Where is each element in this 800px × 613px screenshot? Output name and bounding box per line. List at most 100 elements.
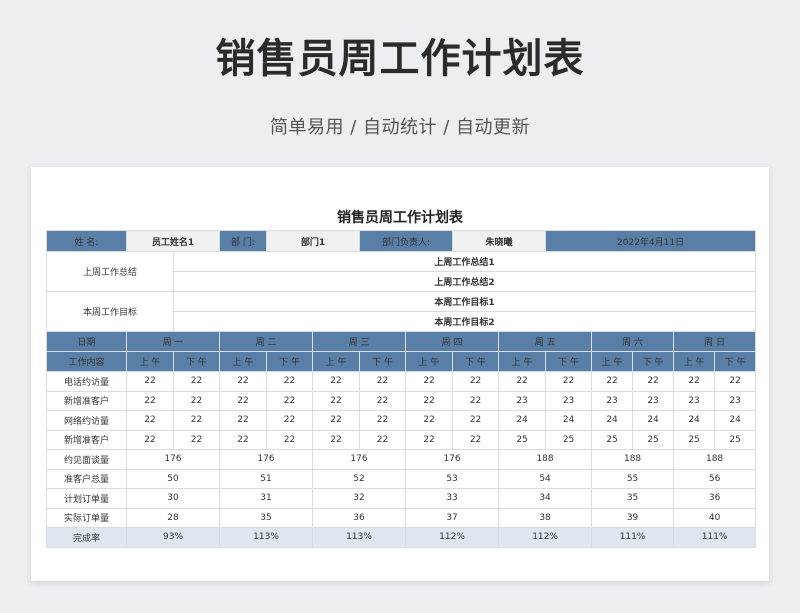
cell[interactable]: 34 xyxy=(498,488,593,509)
cell[interactable]: 188 xyxy=(673,449,757,470)
cell[interactable]: 25 xyxy=(632,429,675,450)
cell[interactable]: 36 xyxy=(673,488,757,509)
cell[interactable]: 55 xyxy=(591,468,675,489)
cell[interactable]: 176 xyxy=(125,449,221,470)
cell[interactable]: 30 xyxy=(125,488,221,509)
cell[interactable]: 22 xyxy=(359,410,407,431)
cell[interactable]: 56 xyxy=(673,468,757,489)
cell[interactable]: 35 xyxy=(219,507,314,528)
cell[interactable]: 25 xyxy=(498,429,547,450)
cell[interactable]: 22 xyxy=(359,429,407,450)
this-week-item[interactable]: 本周工作目标2 xyxy=(172,311,757,332)
dept-value[interactable]: 部门1 xyxy=(266,230,361,252)
cell[interactable]: 22 xyxy=(219,429,268,450)
cell[interactable]: 22 xyxy=(359,371,407,392)
cell[interactable]: 22 xyxy=(172,390,221,411)
cell[interactable]: 24 xyxy=(545,410,593,431)
cell[interactable]: 24 xyxy=(673,410,716,431)
cell[interactable]: 22 xyxy=(312,390,361,411)
cell[interactable]: 22 xyxy=(126,371,174,392)
cell[interactable]: 22 xyxy=(714,371,757,392)
cell[interactable]: 23 xyxy=(714,390,757,411)
day-header: 周 三 xyxy=(312,331,407,352)
date-value[interactable]: 2022年4月11日 xyxy=(545,230,757,252)
cell[interactable]: 24 xyxy=(498,410,547,431)
cell[interactable]: 28 xyxy=(125,507,221,528)
cell[interactable]: 50 xyxy=(125,468,221,489)
cell[interactable]: 22 xyxy=(219,371,268,392)
last-week-item[interactable]: 上周工作总结2 xyxy=(172,271,757,292)
cell[interactable]: 22 xyxy=(126,410,174,431)
cell[interactable]: 176 xyxy=(312,449,407,470)
cell[interactable]: 22 xyxy=(545,371,593,392)
last-week-item[interactable]: 上周工作总结1 xyxy=(172,251,757,272)
cell[interactable]: 39 xyxy=(591,507,675,528)
cell[interactable]: 53 xyxy=(405,468,500,489)
cell[interactable]: 25 xyxy=(591,429,634,450)
cell[interactable]: 32 xyxy=(312,488,407,509)
cell[interactable]: 22 xyxy=(498,371,547,392)
rate-cell: 112% xyxy=(498,527,593,548)
name-value[interactable]: 员工姓名1 xyxy=(125,230,221,252)
cell[interactable]: 22 xyxy=(219,390,268,411)
this-week-item[interactable]: 本周工作目标1 xyxy=(172,291,757,312)
cell[interactable]: 22 xyxy=(126,429,174,450)
hero-title: 销售员周工作计划表 xyxy=(215,36,585,82)
cell[interactable]: 25 xyxy=(545,429,593,450)
cell[interactable]: 22 xyxy=(405,410,454,431)
cell[interactable]: 22 xyxy=(673,371,716,392)
am-header: 上 午 xyxy=(312,351,361,372)
cell[interactable]: 22 xyxy=(172,410,221,431)
cell[interactable]: 35 xyxy=(591,488,675,509)
cell[interactable]: 22 xyxy=(452,410,500,431)
cell[interactable]: 188 xyxy=(591,449,675,470)
cell[interactable]: 24 xyxy=(632,410,675,431)
cell[interactable]: 22 xyxy=(405,429,454,450)
cell[interactable]: 52 xyxy=(312,468,407,489)
cell[interactable]: 22 xyxy=(405,371,454,392)
cell[interactable]: 24 xyxy=(591,410,634,431)
hero-subtitle: 简单易用 / 自动统计 / 自动更新 xyxy=(269,117,530,138)
cell[interactable]: 22 xyxy=(312,371,361,392)
cell[interactable]: 22 xyxy=(632,371,675,392)
cell[interactable]: 25 xyxy=(673,429,716,450)
cell[interactable]: 33 xyxy=(405,488,500,509)
cell[interactable]: 54 xyxy=(498,468,593,489)
cell[interactable]: 22 xyxy=(452,371,500,392)
cell[interactable]: 176 xyxy=(219,449,314,470)
cell[interactable]: 22 xyxy=(126,390,174,411)
cell[interactable]: 37 xyxy=(405,507,500,528)
cell[interactable]: 22 xyxy=(266,371,314,392)
cell[interactable]: 22 xyxy=(359,390,407,411)
cell[interactable]: 22 xyxy=(172,371,221,392)
manager-value[interactable]: 朱晓曦 xyxy=(452,230,547,252)
pm-header: 下 午 xyxy=(172,351,221,372)
cell[interactable]: 23 xyxy=(632,390,675,411)
cell[interactable]: 22 xyxy=(266,429,314,450)
cell[interactable]: 22 xyxy=(452,390,500,411)
cell[interactable]: 38 xyxy=(498,507,593,528)
summary-row: 上周工作总结 上周工作总结1 xyxy=(46,251,757,292)
cell[interactable]: 176 xyxy=(405,449,500,470)
cell[interactable]: 31 xyxy=(219,488,314,509)
cell[interactable]: 188 xyxy=(498,449,593,470)
cell[interactable]: 23 xyxy=(545,390,593,411)
cell[interactable]: 22 xyxy=(172,429,221,450)
cell[interactable]: 22 xyxy=(312,410,361,431)
cell[interactable]: 40 xyxy=(673,507,757,528)
cell[interactable]: 23 xyxy=(673,390,716,411)
cell[interactable]: 22 xyxy=(452,429,500,450)
cell[interactable]: 22 xyxy=(312,429,361,450)
cell[interactable]: 22 xyxy=(405,390,454,411)
cell[interactable]: 36 xyxy=(312,507,407,528)
cell[interactable]: 24 xyxy=(714,410,757,431)
cell[interactable]: 51 xyxy=(219,468,314,489)
cell[interactable]: 22 xyxy=(219,410,268,431)
pm-header: 下 午 xyxy=(545,351,593,372)
cell[interactable]: 23 xyxy=(591,390,634,411)
cell[interactable]: 22 xyxy=(591,371,634,392)
cell[interactable]: 22 xyxy=(266,390,314,411)
cell[interactable]: 23 xyxy=(498,390,547,411)
cell[interactable]: 25 xyxy=(714,429,757,450)
cell[interactable]: 22 xyxy=(266,410,314,431)
